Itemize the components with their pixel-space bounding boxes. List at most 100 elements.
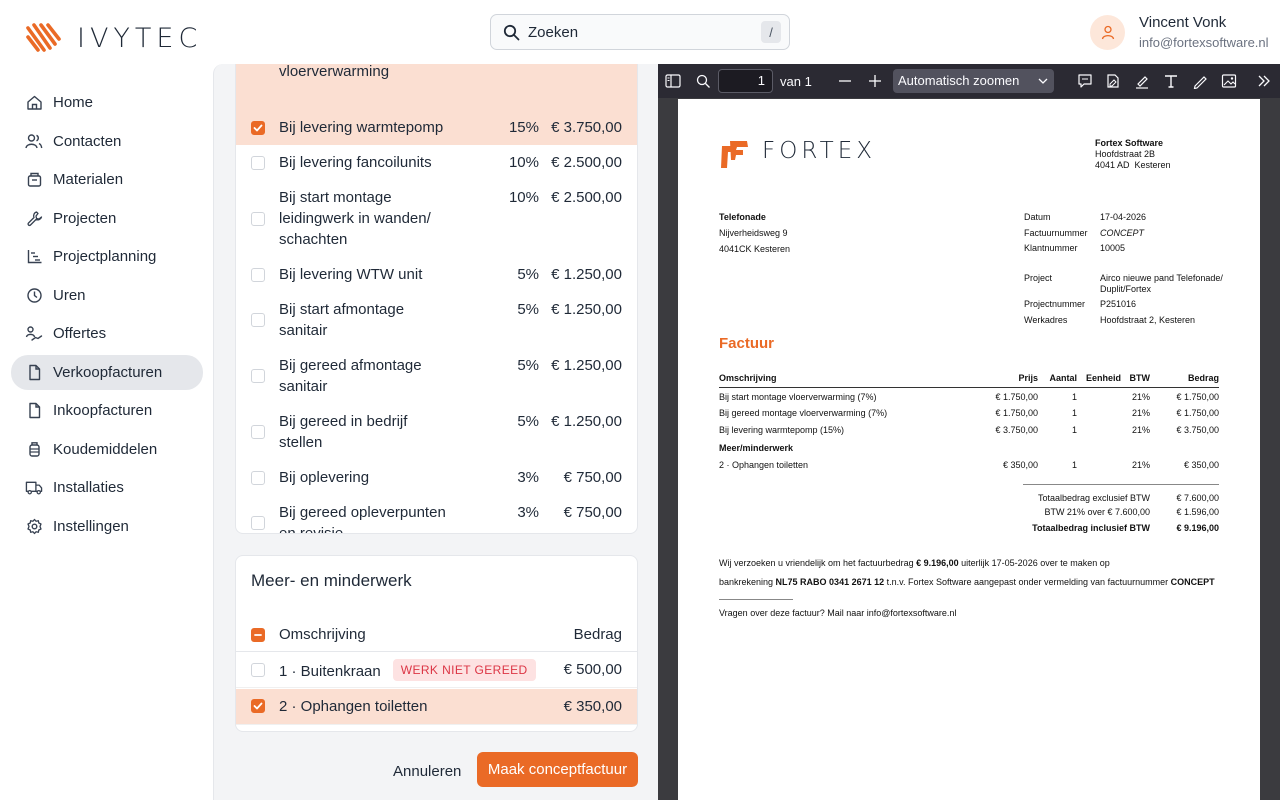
text-icon[interactable]: [1162, 72, 1180, 90]
term-checkbox[interactable]: [251, 121, 265, 135]
extra-desc-wrap: 1 · Buitenkraan WERK NIET GEREED: [279, 659, 536, 681]
chart-icon: [25, 248, 43, 266]
sidebar-item-contacten[interactable]: Contacten: [11, 124, 203, 159]
sidebar-item-verkoopfacturen[interactable]: Verkoopfacturen: [11, 354, 203, 390]
term-checkbox[interactable]: [251, 268, 265, 282]
company-city: 4041 AD Kesteren: [1095, 160, 1171, 170]
company-logo-text: FORTEX: [762, 138, 876, 164]
term-checkbox[interactable]: [251, 516, 265, 530]
user-menu[interactable]: Vincent Vonk info@fortexsoftware.nl: [1090, 14, 1269, 50]
total-label: BTW 21% over € 7.600,00: [1044, 507, 1150, 517]
col-head-amount: Bedrag: [1187, 373, 1219, 383]
invoice-title: Factuur: [719, 335, 775, 352]
find-icon[interactable]: [694, 72, 712, 90]
comment-icon[interactable]: [1076, 72, 1094, 90]
col-head-desc: Omschrijving: [719, 373, 777, 383]
sidebar-item-koudemiddelen[interactable]: Koudemiddelen: [11, 432, 203, 467]
extra-checkbox[interactable]: [251, 699, 265, 713]
project-value-cont: Duplit/Fortex: [1100, 284, 1152, 294]
project-value: P251016: [1100, 299, 1137, 309]
gear-icon: [25, 517, 43, 535]
sidebar-toggle-icon[interactable]: [664, 72, 682, 90]
extra-row[interactable]: 2 · Ophangen toiletten € 350,00: [236, 689, 637, 725]
brand-logo[interactable]: IVYTEC: [25, 22, 202, 54]
sidebar-item-uren[interactable]: Uren: [11, 278, 203, 313]
highlight-icon[interactable]: [1133, 72, 1151, 90]
extra-checkbox[interactable]: [251, 663, 265, 677]
sidebar-item-label: Verkoopfacturen: [53, 363, 163, 381]
cancel-button[interactable]: Annuleren: [392, 754, 462, 788]
sidebar-item-installaties[interactable]: Installaties: [11, 470, 203, 505]
sign-icon[interactable]: [1104, 72, 1122, 90]
sidebar-item-label: Installaties: [53, 479, 124, 496]
term-desc: Bij oplevering: [279, 469, 370, 486]
zoom-out-icon[interactable]: [836, 72, 854, 90]
bank-note-a: bankrekening: [719, 577, 776, 587]
term-row[interactable]: Bij oplevering 3% € 750,00: [236, 460, 637, 495]
sidebar-item-label: Projectplanning: [53, 248, 157, 265]
payment-note: Wij verzoeken u vriendelijk om het factu…: [719, 558, 1110, 569]
create-concept-invoice-button[interactable]: Maak conceptfactuur: [477, 752, 638, 787]
line-vat: 21%: [1131, 460, 1150, 470]
section-title: Meer/minderwerk: [719, 443, 794, 453]
sidebar-item-projecten[interactable]: Projecten: [11, 201, 203, 236]
image-icon[interactable]: [1220, 72, 1238, 90]
sidebar-item-projectplanning[interactable]: Projectplanning: [11, 239, 203, 274]
sidebar-item-inkoopfacturen[interactable]: Inkoopfacturen: [11, 393, 203, 428]
term-checkbox[interactable]: [251, 156, 265, 170]
term-row[interactable]: Bij levering WTW unit 5% € 1.250,00: [236, 257, 637, 292]
col-head-unit: Eenheid: [1085, 373, 1121, 383]
meta-label: Klantnummer: [1024, 243, 1078, 253]
search-icon: [503, 24, 520, 40]
term-amount: € 750,00: [563, 504, 622, 521]
sidebar-item-home[interactable]: Home: [11, 85, 203, 120]
clock-icon: [25, 286, 43, 304]
more-tools-icon[interactable]: [1255, 72, 1273, 90]
line-desc: Bij start montage vloerverwarming (7%): [719, 392, 877, 402]
bank-note-c: t.n.v. Fortex Software aangepast onder v…: [884, 577, 1171, 587]
term-row[interactable]: Bij start montage leidingwerk in wanden/…: [236, 180, 637, 257]
sidebar-item-label: Offertes: [53, 325, 107, 342]
term-row[interactable]: Bij start afmontage sanitair 5% € 1.250,…: [236, 292, 637, 348]
sidebar-item-materialen[interactable]: Materialen: [11, 162, 203, 197]
payment-note-c: uiterlijk 17-05-2026 over te maken op: [958, 558, 1110, 568]
user-name: Vincent Vonk: [1139, 14, 1227, 31]
term-amount: € 2.500,00: [551, 189, 622, 206]
extra-row[interactable]: 1 · Buitenkraan WERK NIET GEREED € 500,0…: [236, 652, 637, 688]
term-row[interactable]: Bij levering warmtepomp 15% € 3.750,00: [236, 110, 637, 145]
term-desc: vloerverwarming: [279, 64, 390, 80]
term-row[interactable]: vloerverwarming: [236, 64, 637, 110]
sidebar-item-instellingen[interactable]: Instellingen: [11, 509, 203, 544]
pdf-viewer: 1 van 1 Automatisch zoomen FORTEX Fortex…: [658, 64, 1280, 800]
zoom-in-icon[interactable]: [866, 72, 884, 90]
extra-desc-wrap: 2 · Ophangen toiletten: [279, 698, 427, 715]
page-number-input[interactable]: 1: [718, 69, 773, 93]
term-checkbox[interactable]: [251, 369, 265, 383]
sidebar-item-offertes[interactable]: Offertes: [11, 316, 203, 351]
line-vat: 21%: [1131, 408, 1150, 418]
term-desc: Bij gereed in bedrijf stellen: [279, 413, 408, 451]
sidebar-item-label: Koudemiddelen: [53, 440, 158, 458]
term-row[interactable]: Bij gereed afmontage sanitair 5% € 1.250…: [236, 348, 637, 404]
extra-work-title: Meer- en minderwerk: [251, 571, 412, 590]
extra-desc: 2 · Ophangen toiletten: [279, 698, 428, 715]
search-input[interactable]: Zoeken /: [490, 14, 790, 50]
term-checkbox[interactable]: [251, 425, 265, 439]
col-head-price: Prijs: [1018, 373, 1038, 383]
terms-card: vloerverwarming Bij levering warmtepomp …: [235, 64, 638, 534]
line-desc: 2 · Ophangen toiletten: [719, 460, 809, 470]
term-checkbox[interactable]: [251, 313, 265, 327]
draw-icon[interactable]: [1191, 72, 1209, 90]
term-checkbox[interactable]: [251, 212, 265, 226]
line-amount: € 3.750,00: [1176, 425, 1219, 435]
pdf-page: FORTEX Fortex Software Hoofdstraat 2B 40…: [678, 99, 1260, 800]
term-checkbox[interactable]: [251, 471, 265, 485]
zoom-select[interactable]: Automatisch zoomen: [893, 69, 1054, 93]
user-icon: [1101, 25, 1114, 40]
term-row[interactable]: Bij levering fancoilunits 10% € 2.500,00: [236, 145, 637, 180]
term-row[interactable]: Bij gereed opleverpunten en revisie 3% €…: [236, 495, 637, 533]
term-row[interactable]: Bij gereed in bedrijf stellen 5% € 1.250…: [236, 404, 637, 460]
term-desc: Bij levering fancoilunits: [279, 154, 432, 171]
line-amount: € 1.750,00: [1176, 408, 1219, 418]
select-all-checkbox[interactable]: [251, 628, 265, 642]
